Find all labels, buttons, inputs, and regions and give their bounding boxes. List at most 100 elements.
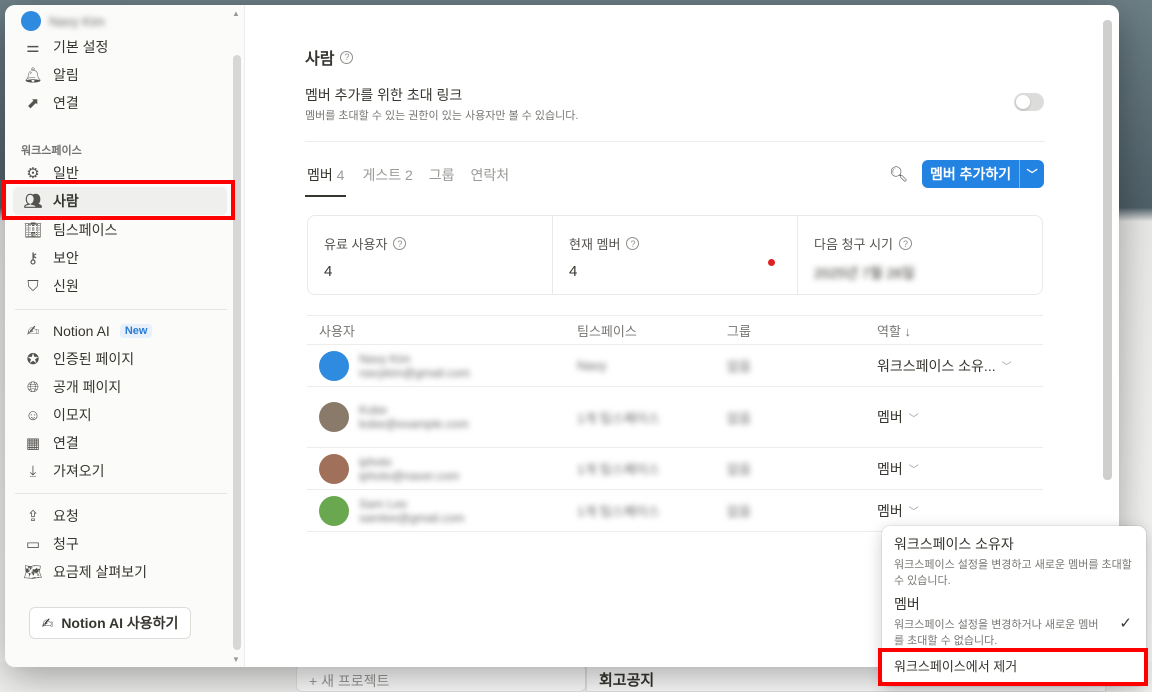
column-header-group[interactable]: 그룹 bbox=[727, 321, 877, 340]
sidebar-item-label: 알림 bbox=[53, 67, 79, 83]
role-option-description: 워크스페이스 설정을 변경하고 새로운 멤버를 초대할 수 있습니다. bbox=[894, 559, 1132, 587]
role-option-owner[interactable]: 워크스페이스 소유자 워크스페이스 설정을 변경하고 새로운 멤버를 초대할 수… bbox=[894, 534, 1134, 589]
sidebar-item-label: Notion AI bbox=[53, 323, 110, 339]
sidebar-item-verified-pages[interactable]: ✪ 인증된 페이지 bbox=[13, 345, 227, 373]
sidebar-item-notifications[interactable]: 🔔︎ 알림 bbox=[13, 61, 227, 89]
role-option-member[interactable]: 멤버 워크스페이스 설정을 변경하거나 새로운 멤버를 초대할 수 없습니다. bbox=[894, 594, 1134, 649]
settings-sidebar: Navy Kim ▲ ▼ ⚌ 기본 설정 🔔︎ 알림 ⬈ 연결 워크스페이스 ⚙… bbox=[5, 5, 245, 667]
people-tabs: 멤버 4 게스트 2 그룹 연락처 bbox=[305, 165, 509, 197]
chevron-down-icon: ﹀ bbox=[1001, 362, 1012, 373]
members-table: 사용자 팀스페이스 그룹 역할 ↓ Navy Kim navykim@gmail… bbox=[307, 315, 1043, 532]
sidebar-item-billing[interactable]: ▭ 청구 bbox=[13, 530, 227, 558]
tab-label: 연락처 bbox=[470, 167, 510, 183]
sidebar-item-plans[interactable]: 🗺︎ 요금제 살펴보기 bbox=[13, 558, 227, 586]
avatar bbox=[319, 453, 349, 484]
notion-ai-icon: ✍ bbox=[41, 614, 54, 631]
role-label: 워크스페이스 소유... bbox=[877, 357, 996, 374]
help-icon[interactable]: ? bbox=[393, 237, 407, 250]
sidebar-item-import[interactable]: ⤓ 가져오기 bbox=[13, 457, 227, 485]
teamspace-cell: 1개 팀스페이스 bbox=[577, 504, 660, 519]
sidebar-item-teamspaces[interactable]: 🏢︎ 팀스페이스 bbox=[13, 216, 227, 244]
sidebar-item-security[interactable]: ⚷ 보안 bbox=[13, 244, 227, 272]
credit-card-icon: ▭ bbox=[25, 536, 41, 553]
help-icon[interactable]: ? bbox=[898, 237, 912, 250]
new-badge: New bbox=[119, 324, 153, 338]
group-cell: 없음 bbox=[727, 504, 751, 519]
card-label: 현재 멤버 bbox=[569, 237, 621, 252]
scroll-up-arrow-icon[interactable]: ▲ bbox=[232, 9, 240, 18]
card-value: 4 bbox=[569, 263, 578, 280]
card-current-members: 현재 멤버 ? 4 bbox=[553, 216, 798, 294]
role-dropdown-menu: 워크스페이스 소유자 워크스페이스 설정을 변경하고 새로운 멤버를 초대할 수… bbox=[882, 526, 1146, 686]
download-icon: ⤓ bbox=[29, 462, 37, 480]
user-email: navykim@gmail.com bbox=[359, 365, 470, 380]
table-row[interactable]: iphoto iphoto@naver.com 1개 팀스페이스 없음 멤버 ﹀ bbox=[307, 448, 1043, 490]
tab-label: 그룹 bbox=[428, 167, 455, 183]
card-label-row: 현재 멤버 ? bbox=[569, 234, 781, 253]
role-select[interactable]: 멤버 ﹀ bbox=[877, 459, 1043, 479]
column-header-teamspace[interactable]: 팀스페이스 bbox=[577, 321, 727, 340]
tab-guests[interactable]: 게스트 2 bbox=[362, 165, 412, 197]
check-icon: ✓ bbox=[1119, 615, 1132, 632]
sidebar-item-people[interactable]: 👥︎ 사람 bbox=[13, 187, 227, 215]
table-header: 사용자 팀스페이스 그룹 역할 ↓ bbox=[307, 315, 1043, 345]
remove-from-workspace-option[interactable]: 워크스페이스에서 제거 bbox=[894, 656, 1017, 675]
sidebar-item-preferences[interactable]: ⚌ 기본 설정 bbox=[13, 33, 227, 61]
help-icon[interactable]: ? bbox=[626, 237, 640, 250]
gear-icon: ⚙ bbox=[26, 165, 40, 182]
sidebar-item-public-pages[interactable]: 🌐︎ 공개 페이지 bbox=[13, 373, 227, 401]
user-info: Navy Kim navykim@gmail.com bbox=[359, 352, 470, 380]
sidebar-item-notion-ai[interactable]: ✍ Notion AI New bbox=[13, 317, 227, 345]
scroll-down-arrow-icon[interactable]: ▼ bbox=[232, 655, 240, 664]
sidebar-item-label: 인증된 페이지 bbox=[53, 351, 135, 367]
user-cell: Kobe kobe@example.com bbox=[307, 402, 577, 432]
tab-groups[interactable]: 그룹 bbox=[429, 165, 455, 197]
column-header-role[interactable]: 역할 ↓ bbox=[877, 321, 1043, 340]
notion-ai-try-button[interactable]: ✍ Notion AI 사용하기 bbox=[29, 607, 191, 639]
sidebar-item-identity[interactable]: ⛉ 신원 bbox=[13, 272, 227, 300]
role-option-title: 워크스페이스 소유자 bbox=[894, 536, 1014, 552]
user-name: Navy Kim bbox=[359, 351, 411, 366]
group-cell: 없음 bbox=[727, 410, 751, 426]
account-name: Navy Kim bbox=[49, 13, 105, 29]
sidebar-item-emoji[interactable]: ☺ 이모지 bbox=[13, 401, 227, 429]
help-icon[interactable]: ? bbox=[340, 50, 354, 64]
invite-link-toggle[interactable] bbox=[1014, 93, 1044, 111]
teamspace-cell: 1개 팀스페이스 bbox=[577, 410, 660, 426]
tab-label: 멤버 bbox=[307, 167, 333, 183]
user-cell: iphoto iphoto@naver.com bbox=[307, 453, 577, 484]
role-select[interactable]: 멤버 ﹀ bbox=[877, 407, 1043, 427]
role-select[interactable]: 워크스페이스 소유... ﹀ bbox=[877, 356, 1043, 376]
page-title-row: 사람 ? bbox=[305, 45, 354, 69]
role-label: 멤버 bbox=[877, 502, 903, 519]
sidebar-item-label: 연결 bbox=[53, 435, 79, 451]
sidebar-item-label: 가져오기 bbox=[53, 463, 105, 479]
user-name: Kobe bbox=[359, 403, 388, 417]
search-icon[interactable]: 🔍︎ bbox=[889, 165, 908, 183]
add-members-button[interactable]: 멤버 추가하기 ﹀ bbox=[922, 160, 1044, 188]
invite-link-subtitle: 멤버를 초대할 수 있는 권한이 있는 사용자만 볼 수 있습니다. bbox=[305, 110, 579, 122]
user-name: Sam Lee bbox=[359, 496, 408, 511]
add-members-label: 멤버 추가하기 bbox=[922, 160, 1021, 188]
main-scrollbar[interactable] bbox=[1103, 20, 1112, 480]
table-row[interactable]: Kobe kobe@example.com 1개 팀스페이스 없음 멤버 ﹀ bbox=[307, 387, 1043, 448]
sidebar-item-general[interactable]: ⚙ 일반 bbox=[13, 159, 227, 187]
sidebar-item-integrations[interactable]: ▦ 연결 bbox=[13, 429, 227, 457]
role-label: 멤버 bbox=[877, 460, 903, 477]
page-title: 사람 bbox=[305, 51, 335, 68]
tab-members[interactable]: 멤버 4 bbox=[305, 165, 347, 197]
account-switcher[interactable]: Navy Kim bbox=[21, 11, 105, 31]
chevron-down-icon[interactable]: ﹀ bbox=[1020, 166, 1044, 182]
red-dot-marker bbox=[768, 259, 775, 266]
tab-contacts[interactable]: 연락처 bbox=[471, 165, 510, 197]
sidebar-divider bbox=[15, 309, 227, 310]
sidebar-scrollbar[interactable] bbox=[233, 55, 241, 650]
table-row[interactable]: Navy Kim navykim@gmail.com Navy 없음 워크스페이… bbox=[307, 345, 1043, 387]
sidebar-item-requests[interactable]: ⇪ 요청 bbox=[13, 502, 227, 530]
card-value: 2025년 7월 26일 bbox=[814, 265, 915, 281]
role-select[interactable]: 멤버 ﹀ bbox=[877, 501, 1043, 521]
sidebar-item-connections[interactable]: ⬈ 연결 bbox=[13, 89, 227, 117]
user-info: Kobe kobe@example.com bbox=[359, 403, 469, 431]
column-header-user[interactable]: 사용자 bbox=[307, 321, 577, 340]
teamspace-cell: Navy bbox=[577, 358, 607, 373]
